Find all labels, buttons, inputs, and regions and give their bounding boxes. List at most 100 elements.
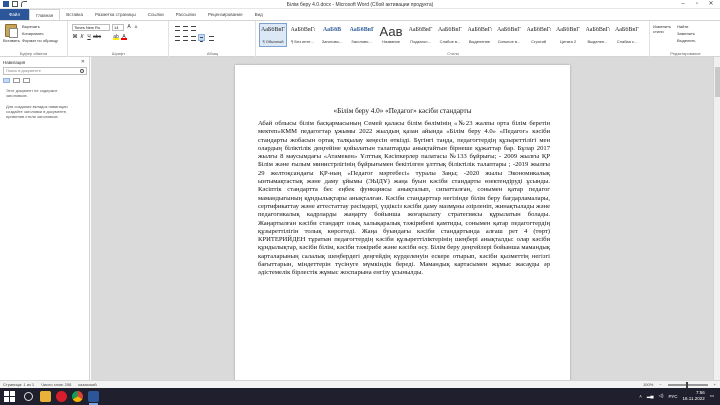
close-button[interactable]: ✕ (704, 0, 718, 8)
minimize-button[interactable]: – (676, 0, 690, 8)
tab-page-layout[interactable]: Разметка страницы (89, 9, 142, 20)
maximize-button[interactable]: ▫ (690, 0, 704, 8)
close-pane-icon[interactable]: ✕ (81, 59, 85, 65)
language-indicator[interactable]: казахский (78, 382, 96, 387)
ribbon-tabs: Файл Главная Вставка Разметка страницы С… (0, 9, 720, 20)
style-name: Заголово... (351, 39, 372, 44)
paste-button[interactable]: Вставить (3, 24, 20, 48)
copy-button[interactable]: Копировать (22, 31, 44, 36)
document-title: «Білім беру 4.0» «Педагог» кәсіби станда… (333, 107, 472, 115)
tray-chevron-icon[interactable]: ˄ (639, 394, 642, 399)
style-name: Название (382, 39, 400, 44)
font-color-button[interactable]: A (121, 34, 127, 40)
headings-view-icon[interactable] (3, 78, 10, 83)
vertical-scrollbar[interactable] (713, 57, 720, 380)
zoom-level[interactable]: 100% (643, 382, 653, 387)
zoom-slider[interactable] (667, 381, 708, 388)
file-explorer-icon[interactable] (40, 391, 51, 402)
tab-insert[interactable]: Вставка (60, 9, 89, 20)
system-clock[interactable]: 7:56 16.11.2022 (683, 390, 705, 402)
strikethrough-button[interactable]: abc (93, 34, 101, 40)
tab-view[interactable]: Вид (249, 9, 269, 20)
tab-review[interactable]: Рецензирование (202, 9, 249, 20)
navigation-view-tabs (3, 78, 30, 83)
windows-start-icon[interactable] (4, 391, 15, 402)
navigation-pane: Навигация ✕ Поиск в документе Этот докум… (0, 57, 90, 380)
find-button[interactable]: Найти (677, 24, 688, 29)
style-item[interactable]: Аав Название (377, 23, 405, 47)
multilevel-list-button[interactable] (190, 24, 197, 31)
font-size-select[interactable]: 14 (112, 24, 124, 31)
search-icon[interactable] (24, 392, 33, 401)
style-name: Цитата 2 (559, 39, 577, 44)
replace-button[interactable]: Заменить (677, 31, 695, 36)
cut-button[interactable]: Вырезать (22, 24, 40, 29)
style-item[interactable]: АаБбВвГг Выделен... (584, 23, 612, 47)
search-icon[interactable] (80, 69, 84, 73)
paste-label: Вставить (3, 38, 20, 43)
tab-references[interactable]: Ссылки (142, 9, 170, 20)
align-center-button[interactable] (182, 34, 189, 41)
chrome-browser-icon[interactable] (72, 391, 83, 402)
page-counter[interactable]: Страница: 1 из 1 (3, 382, 34, 387)
style-item[interactable]: АаБбВ Заголово... (318, 23, 346, 47)
style-item[interactable]: АаБбВвГг ¶ Без инте... (289, 23, 317, 47)
word-count[interactable]: Число слов: 208 (41, 382, 71, 387)
font-name-select[interactable]: Times New Ro (72, 24, 110, 31)
style-item[interactable]: АаБбВвГг ¶ Обычный (259, 23, 287, 47)
style-item[interactable]: АаБбВвГг Цитата 2 (554, 23, 582, 47)
scrollbar-thumb[interactable] (715, 67, 720, 97)
zoom-out-icon[interactable]: − (659, 382, 661, 387)
grow-font-button[interactable]: A (126, 24, 132, 30)
editing-group-label: Редактирование (670, 51, 701, 56)
window-title: Білім беру 4.0.docx - Microsoft Word (Сб… (286, 2, 434, 8)
zoom-in-icon[interactable]: + (714, 382, 716, 387)
network-icon[interactable]: ▂▄ (647, 393, 654, 399)
italic-button[interactable]: К (79, 34, 85, 40)
style-item[interactable]: АаБбВвГг Выделение (466, 23, 494, 47)
align-right-button[interactable] (190, 34, 197, 41)
style-sample: АаБбВвГг (261, 27, 285, 33)
document-page[interactable]: «Білім беру 4.0» «Педагог» кәсіби станда… (235, 65, 570, 380)
select-button[interactable]: Выделить (677, 38, 695, 43)
style-item[interactable]: АаБбВвГг Слабое в... (436, 23, 464, 47)
word-taskbar-icon[interactable] (88, 391, 99, 405)
notifications-icon[interactable]: ▭ (710, 393, 714, 399)
opera-browser-icon[interactable] (56, 391, 67, 402)
shrink-font-button[interactable]: A (133, 24, 139, 30)
document-body[interactable]: Абай облысы білім басқармасының Семей қа… (258, 120, 550, 278)
style-item[interactable]: АаБбВвГ Подзагол... (407, 23, 435, 47)
styles-group-label: Стили (447, 51, 459, 56)
highlight-button[interactable]: ab (113, 34, 119, 40)
bold-button[interactable]: Ж (72, 34, 78, 40)
line-spacing-button[interactable] (208, 34, 215, 41)
bullets-button[interactable] (174, 24, 181, 31)
tab-mailings[interactable]: Рассылки (170, 9, 202, 20)
style-item[interactable]: АаБбВвГг Строгий (525, 23, 553, 47)
volume-icon[interactable]: ◁) (659, 393, 664, 399)
editing-group: Изменить стили Найти Заменить Выделить Р… (651, 21, 720, 57)
results-view-icon[interactable] (23, 78, 30, 83)
style-item[interactable]: АаБбВвГ Заголово... (348, 23, 376, 47)
headings-instructions: Для создания вкладок навигации создайте … (6, 104, 68, 119)
taskbar: ˄ ▂▄ ◁) РУС 7:56 16.11.2022 ▭ (0, 388, 720, 405)
numbering-button[interactable] (182, 24, 189, 31)
style-name: Выделен... (587, 39, 608, 44)
style-item[interactable]: АаБбВвГг Слабая с... (613, 23, 641, 47)
style-sample: АаБбВвГ (408, 27, 433, 33)
navigation-pane-title: Навигация (3, 60, 26, 65)
style-item[interactable]: АаБбВвГг Сильное в... (495, 23, 523, 47)
document-workspace: «Білім беру 4.0» «Педагог» кәсіби станда… (91, 57, 713, 380)
navigation-search-input[interactable]: Поиск в документе (3, 67, 87, 75)
keyboard-language[interactable]: РУС (669, 394, 678, 399)
pages-view-icon[interactable] (13, 78, 20, 83)
underline-button[interactable]: Ч (86, 34, 92, 40)
tab-home[interactable]: Главная (29, 9, 61, 20)
clipboard-group: Вставить Вырезать Копировать Формат по о… (0, 21, 68, 57)
tab-file[interactable]: Файл (0, 9, 30, 20)
align-left-button[interactable] (174, 34, 181, 41)
change-styles-button[interactable]: Изменить стили (653, 24, 673, 34)
justify-button[interactable] (198, 34, 205, 42)
style-name: Сильное в... (497, 39, 521, 44)
format-painter-button[interactable]: Формат по образцу (22, 38, 58, 43)
